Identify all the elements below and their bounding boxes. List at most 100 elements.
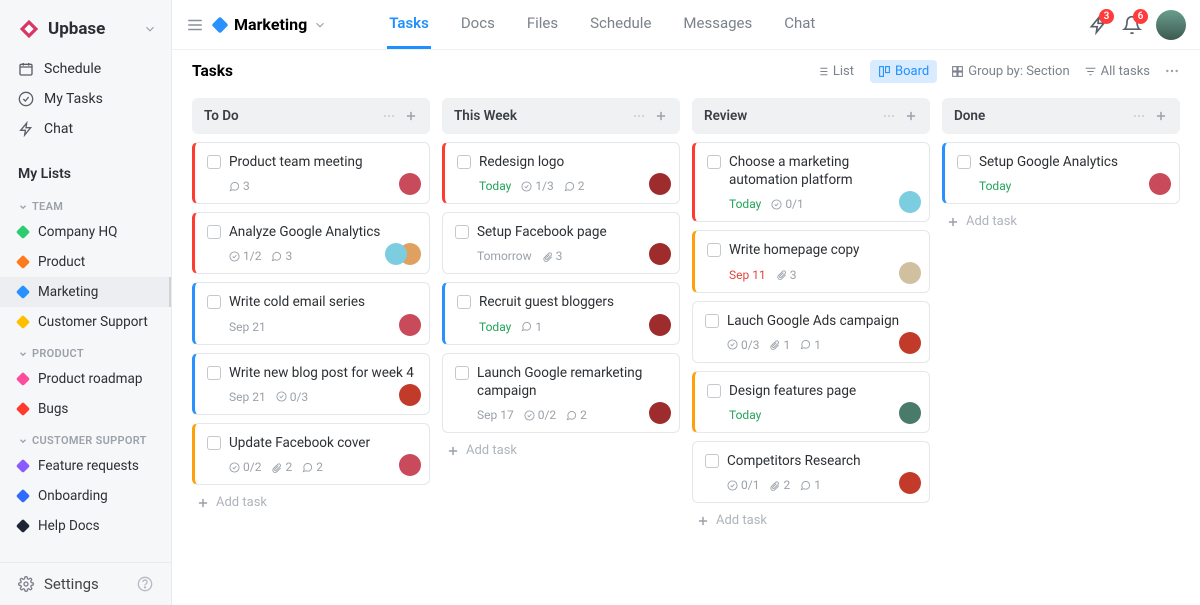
bell-icon[interactable]: 6 [1122, 15, 1142, 35]
add-task-button[interactable]: Add task [692, 503, 930, 538]
more-icon[interactable] [1132, 109, 1146, 123]
task-card[interactable]: Update Facebook cover0/222 [192, 423, 430, 485]
alltasks-button[interactable]: All tasks [1084, 64, 1150, 79]
assignee-avatar[interactable] [399, 384, 421, 406]
assignee-avatar[interactable] [1149, 173, 1171, 195]
assignee-avatar[interactable] [899, 262, 921, 284]
groupby-button[interactable]: Group by: Section [951, 64, 1069, 79]
task-card[interactable]: Write new blog post for week 4Sep 210/3 [192, 353, 430, 415]
section-head-team[interactable]: TEAM [0, 190, 171, 217]
task-checkbox[interactable] [455, 225, 469, 239]
column-header[interactable]: Done [942, 98, 1180, 134]
add-icon[interactable] [654, 109, 668, 123]
list-item[interactable]: Onboarding [0, 481, 171, 511]
assignee-avatar[interactable] [899, 402, 921, 424]
add-icon[interactable] [1154, 109, 1168, 123]
task-card[interactable]: Redesign logoToday1/32 [442, 142, 680, 204]
task-checkbox[interactable] [207, 295, 221, 309]
help-icon[interactable] [137, 576, 153, 592]
task-checkbox[interactable] [707, 384, 721, 398]
column-header[interactable]: This Week [442, 98, 680, 134]
add-task-button[interactable]: Add task [192, 485, 430, 520]
list-item[interactable]: Customer Support [0, 307, 171, 337]
task-checkbox[interactable] [707, 155, 721, 169]
task-checkbox[interactable] [457, 155, 471, 169]
task-card[interactable]: Setup Google AnalyticsToday [942, 142, 1180, 204]
settings-link[interactable]: Settings [0, 562, 171, 605]
add-task-button[interactable]: Add task [442, 433, 680, 468]
list-label: Help Docs [38, 518, 100, 534]
tab-messages[interactable]: Messages [681, 0, 754, 49]
list-item[interactable]: Help Docs [0, 511, 171, 541]
nav-chat[interactable]: Chat [0, 114, 171, 144]
nav-schedule[interactable]: Schedule [0, 54, 171, 84]
task-card[interactable]: Launch Google remarketing campaignSep 17… [442, 353, 680, 433]
task-checkbox[interactable] [207, 155, 221, 169]
task-checkbox[interactable] [457, 295, 471, 309]
task-card[interactable]: Setup Facebook pageTomorrow3 [442, 212, 680, 274]
task-card[interactable]: Write cold email seriesSep 21 [192, 282, 430, 344]
column-header[interactable]: Review [692, 98, 930, 134]
task-title: Choose a marketing automation platform [729, 153, 917, 189]
task-card[interactable]: Design features pageToday [692, 371, 930, 433]
more-icon[interactable] [632, 109, 646, 123]
task-checkbox[interactable] [207, 366, 221, 380]
list-item[interactable]: Marketing [0, 277, 171, 307]
task-card[interactable]: Analyze Google Analytics1/23 [192, 212, 430, 274]
list-item[interactable]: Product [0, 247, 171, 277]
task-card[interactable]: Choose a marketing automation platformTo… [692, 142, 930, 222]
assignee-avatar[interactable] [649, 314, 671, 336]
assignee-avatar[interactable] [899, 191, 921, 213]
add-icon[interactable] [404, 109, 418, 123]
list-view-button[interactable]: List [808, 60, 862, 83]
assignee-avatar[interactable] [649, 173, 671, 195]
section-head-product[interactable]: PRODUCT [0, 337, 171, 364]
tab-chat[interactable]: Chat [782, 0, 817, 49]
list-label: Customer Support [38, 314, 148, 330]
tab-tasks[interactable]: Tasks [387, 0, 431, 49]
tab-files[interactable]: Files [525, 0, 560, 49]
task-checkbox[interactable] [455, 366, 469, 380]
assignee-avatar[interactable] [649, 243, 671, 265]
list-item[interactable]: Company HQ [0, 217, 171, 247]
add-icon[interactable] [904, 109, 918, 123]
tab-docs[interactable]: Docs [459, 0, 497, 49]
list-item[interactable]: Bugs [0, 394, 171, 424]
more-icon[interactable] [1164, 63, 1180, 79]
more-icon[interactable] [382, 109, 396, 123]
section-head-cs[interactable]: CUSTOMER SUPPORT [0, 424, 171, 451]
task-card[interactable]: Product team meeting3 [192, 142, 430, 204]
nav-mytasks[interactable]: My Tasks [0, 84, 171, 114]
task-checkbox[interactable] [705, 314, 719, 328]
task-card[interactable]: Lauch Google Ads campaign0/311 [692, 301, 930, 363]
assignee-avatar[interactable] [649, 402, 671, 424]
assignee-avatar[interactable] [899, 332, 921, 354]
user-avatar[interactable] [1156, 10, 1186, 40]
chevron-down-icon[interactable] [143, 22, 157, 36]
menu-icon[interactable] [186, 16, 204, 34]
logo-row[interactable]: Upbase [0, 0, 171, 54]
list-item[interactable]: Product roadmap [0, 364, 171, 394]
list-item[interactable]: Feature requests [0, 451, 171, 481]
task-checkbox[interactable] [207, 436, 221, 450]
assignee-avatar[interactable] [399, 454, 421, 476]
task-checkbox[interactable] [207, 225, 221, 239]
add-task-button[interactable]: Add task [942, 204, 1180, 239]
task-card[interactable]: Write homepage copySep 113 [692, 230, 930, 292]
assignee-avatar[interactable] [399, 243, 421, 265]
task-card[interactable]: Competitors Research0/121 [692, 441, 930, 503]
more-icon[interactable] [882, 109, 896, 123]
tab-schedule[interactable]: Schedule [588, 0, 653, 49]
assignee-avatar[interactable] [399, 173, 421, 195]
assignee-avatar[interactable] [899, 472, 921, 494]
task-checkbox[interactable] [705, 454, 719, 468]
chevron-down-icon[interactable] [313, 18, 327, 32]
task-checkbox[interactable] [707, 243, 721, 257]
notification-icon[interactable]: 3 [1088, 15, 1108, 35]
task-card[interactable]: Recruit guest bloggersToday1 [442, 282, 680, 344]
board-view-button[interactable]: Board [870, 60, 937, 83]
task-checkbox[interactable] [957, 155, 971, 169]
column-header[interactable]: To Do [192, 98, 430, 134]
assignee-avatar[interactable] [399, 314, 421, 336]
project-name[interactable]: Marketing [234, 15, 307, 34]
